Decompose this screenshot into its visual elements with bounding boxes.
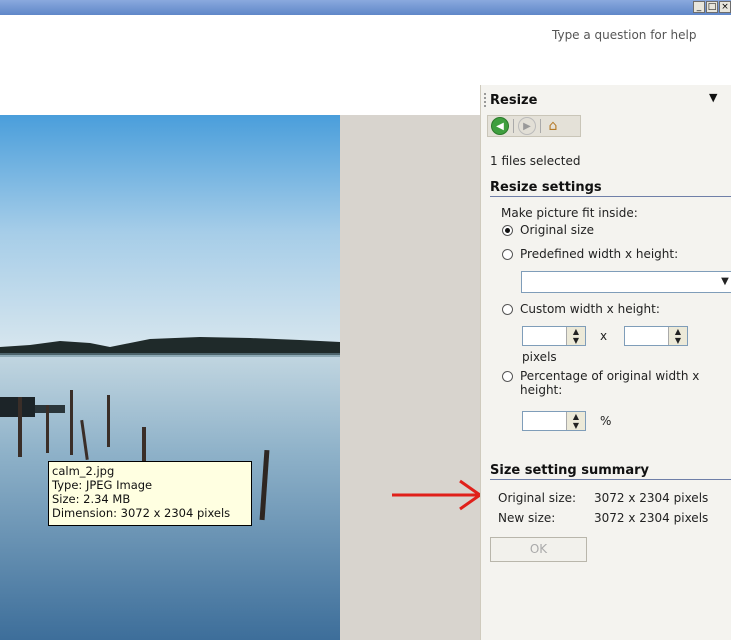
stepper-arrows-icon[interactable]: ▲ ▼	[668, 327, 687, 345]
tooltip-size: Size: 2.34 MB	[52, 492, 131, 506]
canvas-margin	[340, 115, 480, 640]
percentage-radio[interactable]	[502, 371, 513, 382]
pane-menu-dropdown-icon[interactable]: ▼	[709, 91, 717, 104]
files-selected-text: 1 files selected	[490, 154, 581, 168]
original-size-summary-value: 3072 x 2304 pixels	[594, 491, 709, 505]
photo-preview[interactable]	[0, 115, 340, 640]
pixels-label: pixels	[522, 350, 557, 364]
custom-height-stepper[interactable]: ▲ ▼	[624, 326, 688, 346]
section-divider	[490, 196, 731, 197]
stepper-arrows-icon[interactable]: ▲ ▼	[566, 412, 585, 430]
tooltip-filename: calm_2.jpg	[52, 464, 115, 478]
size-summary-heading: Size setting summary	[490, 463, 649, 478]
restore-button[interactable]: □	[706, 1, 718, 13]
title-bar: _ □ ×	[0, 0, 731, 15]
resize-task-pane: Resize ▼ ◀ ▶ ⌂ 1 files selected Resize s…	[480, 85, 731, 640]
percentage-stepper[interactable]: ▲ ▼	[522, 411, 586, 431]
custom-size-radio[interactable]	[502, 304, 513, 315]
chevron-down-icon[interactable]: ▼	[719, 272, 731, 292]
original-size-radio[interactable]	[502, 225, 513, 236]
tooltip-dimension: Dimension: 3072 x 2304 pixels	[52, 506, 231, 520]
predefined-size-label: Predefined width x height:	[520, 247, 679, 261]
pane-title: Resize	[490, 93, 538, 108]
stepper-arrows-icon[interactable]: ▲ ▼	[566, 327, 585, 345]
home-icon[interactable]: ⌂	[545, 118, 561, 134]
resize-settings-heading: Resize settings	[490, 180, 602, 195]
by-label: x	[600, 329, 608, 343]
percentage-label-line2: height:	[520, 383, 563, 397]
separator	[513, 119, 514, 133]
forward-icon[interactable]: ▶	[518, 117, 536, 135]
original-size-label: Original size	[520, 223, 595, 237]
close-button[interactable]: ×	[719, 1, 731, 13]
custom-width-stepper[interactable]: ▲ ▼	[522, 326, 586, 346]
help-search-input[interactable]: Type a question for help	[548, 25, 728, 45]
file-info-tooltip: calm_2.jpg Type: JPEG Image Size: 2.34 M…	[48, 461, 252, 526]
grip-handle-icon[interactable]	[484, 93, 488, 107]
predefined-size-radio[interactable]	[502, 249, 513, 260]
fit-inside-label: Make picture fit inside:	[501, 206, 638, 220]
back-icon[interactable]: ◀	[491, 117, 509, 135]
minimize-button[interactable]: _	[693, 1, 705, 13]
tooltip-type: Type: JPEG Image	[52, 478, 153, 492]
percent-label: %	[600, 414, 612, 428]
ok-button[interactable]: OK	[490, 537, 587, 562]
pane-header: Resize ▼	[481, 85, 731, 113]
new-size-summary-value: 3072 x 2304 pixels	[594, 511, 709, 525]
window-controls: _ □ ×	[693, 1, 731, 14]
percentage-label-line1: Percentage of original width x	[520, 369, 700, 383]
custom-size-label: Custom width x height:	[520, 302, 660, 316]
red-arrow-icon	[390, 475, 485, 518]
new-size-summary-label: New size:	[498, 511, 556, 525]
separator	[540, 119, 541, 133]
predefined-size-select[interactable]: ▼	[521, 271, 731, 293]
section-divider	[490, 479, 731, 480]
original-size-summary-label: Original size:	[498, 491, 577, 505]
pane-navigation-bar: ◀ ▶ ⌂	[487, 115, 581, 137]
